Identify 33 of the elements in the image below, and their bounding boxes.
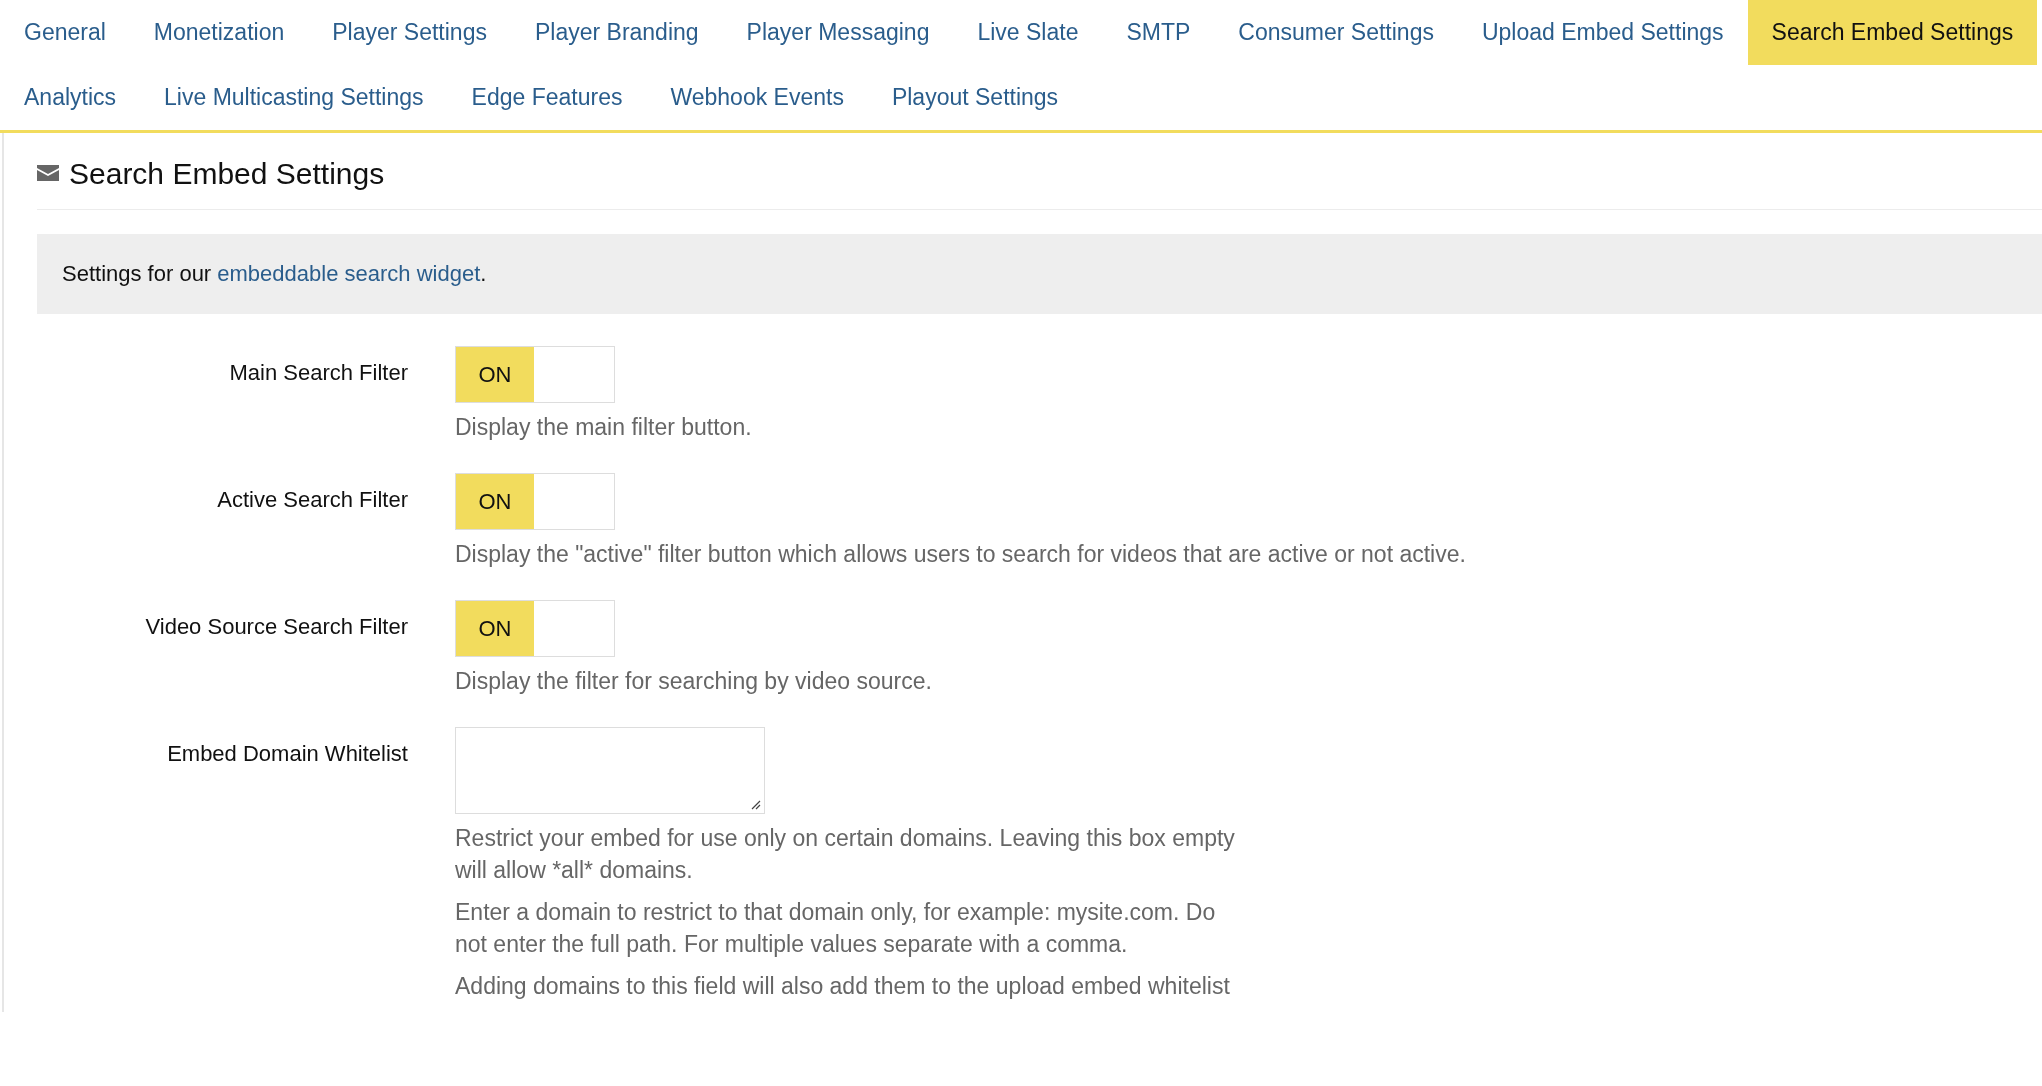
help-text: Display the filter for searching by video source. [455,667,932,696]
help-text: Display the main filter button. [455,413,752,442]
toggle-switch[interactable]: ON [455,600,615,657]
tab[interactable]: Search Embed Settings [1747,0,2038,65]
help-text: Enter a domain to restrict to that domain only, for example: mysite.com. Do not enter the full path. For multiple values separate with a comma. [455,898,1217,959]
tab[interactable]: Live Multicasting Settings [140,65,448,130]
tab[interactable]: Edge Features [447,65,647,130]
tab[interactable]: Analytics [0,65,141,130]
resize-grip-icon[interactable] [749,798,761,810]
tab[interactable]: Player Branding [510,0,723,65]
setting-label: Main Search Filter [228,359,408,387]
tab[interactable]: General [0,0,130,65]
tab[interactable]: SMTP [1102,0,1215,65]
tab[interactable]: Playout Settings [867,65,1083,130]
tab[interactable]: Consumer Settings [1214,0,1458,65]
envelope-icon [37,165,59,181]
tab[interactable]: Player Settings [308,0,511,65]
tab[interactable]: Monetization [129,0,309,65]
tab[interactable]: Upload Embed Settings [1457,0,1748,65]
setting-label: Active Search Filter [216,486,408,514]
section-title: Search Embed Settings [69,156,385,191]
setting-label: Embed Domain Whitelist [166,740,408,768]
help-text: Adding domains to this field will also add them to the upload embed whitelist [455,972,1231,1001]
widget-link[interactable]: embeddable search widget [217,261,481,286]
tab[interactable]: Player Messaging [722,0,954,65]
help-text: Restrict your embed for use only on certain domains. Leaving this box empty will allow *all* domains. [455,824,1236,885]
intro-text: Settings for our embeddable search widget. [62,261,487,287]
toggle-switch[interactable]: ON [455,346,615,403]
toggle-switch[interactable]: ON [455,473,615,530]
tab[interactable]: Live Slate [953,0,1103,65]
tab[interactable]: Webhook Events [646,65,868,130]
help-text: Display the "active" filter button which allows users to search for videos that are active or not active. [455,540,1466,569]
setting-label: Video Source Search Filter [144,613,408,641]
